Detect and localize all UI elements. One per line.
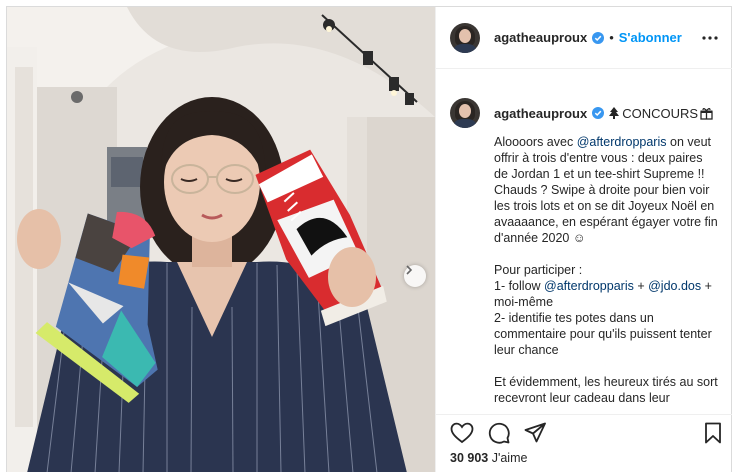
caption-text: Aloooors avec @afterdropparis on veut of… bbox=[494, 134, 718, 406]
post-sidebar: agatheauproux • S'abonner agatheauproux … bbox=[435, 7, 732, 472]
caption-paragraph: Aloooors avec @afterdropparis on veut of… bbox=[494, 134, 718, 246]
comment-bubble-icon bbox=[488, 422, 510, 444]
caption-text-segment: 2- identifie tes potes dans un commentai… bbox=[494, 311, 712, 357]
caption-text-segment: + bbox=[633, 279, 649, 293]
caption-text-segment: 1- follow bbox=[494, 279, 545, 293]
bookmark-icon bbox=[705, 422, 721, 443]
author-username[interactable]: agatheauproux bbox=[494, 30, 587, 45]
heart-icon bbox=[450, 422, 474, 443]
paper-plane-icon bbox=[524, 422, 546, 442]
save-button[interactable] bbox=[704, 422, 722, 444]
verified-badge-icon bbox=[592, 107, 605, 119]
caption-header: agatheauproux CONCOURS bbox=[450, 98, 718, 128]
caption-paragraph: Et évidemment, les heureux tirés au sort… bbox=[494, 374, 718, 406]
next-photo-button[interactable] bbox=[404, 265, 426, 287]
caption-text-segment: Et évidemment, les heureux tirés au sort… bbox=[494, 375, 718, 405]
likes-label: J'aime bbox=[491, 451, 528, 465]
chevron-right-icon bbox=[406, 265, 413, 275]
follow-button[interactable]: S'abonner bbox=[619, 30, 682, 45]
more-options-button[interactable] bbox=[698, 32, 722, 44]
likes-count[interactable]: 30 903 J'aime bbox=[450, 451, 527, 465]
likes-number: 30 903 bbox=[450, 451, 489, 465]
separator: • bbox=[609, 30, 614, 45]
caption-text-segment: on veut offrir à trois d'entre vous : de… bbox=[494, 135, 718, 245]
avatar[interactable] bbox=[450, 22, 480, 53]
mention-link[interactable]: @afterdropparis bbox=[577, 135, 667, 149]
post-photo[interactable] bbox=[7, 7, 435, 472]
instagram-post: agatheauproux • S'abonner agatheauproux … bbox=[6, 6, 732, 472]
caption-title-text: CONCOURS bbox=[622, 105, 699, 121]
christmas-tree-icon bbox=[609, 106, 620, 119]
mention-link[interactable]: @afterdropparis bbox=[544, 279, 634, 293]
caption-area: agatheauproux CONCOURS Aloooors avec @af… bbox=[436, 69, 732, 412]
caption-text-segment: Aloooors avec bbox=[494, 135, 577, 149]
mention-link[interactable]: @jdo.dos bbox=[648, 279, 701, 293]
action-bar bbox=[436, 414, 732, 450]
verified-badge-icon bbox=[592, 31, 605, 44]
like-button[interactable] bbox=[450, 422, 474, 444]
caption-text-segment: Pour participer : bbox=[494, 263, 583, 277]
caption-username[interactable]: agatheauproux bbox=[494, 106, 587, 121]
post-header: agatheauproux • S'abonner bbox=[436, 7, 732, 69]
gift-icon bbox=[700, 107, 713, 120]
photo-illustration bbox=[7, 7, 435, 472]
share-button[interactable] bbox=[524, 422, 546, 444]
caption-title: CONCOURS bbox=[608, 106, 713, 121]
caption-avatar[interactable] bbox=[450, 98, 480, 128]
more-options-icon bbox=[702, 35, 718, 40]
comment-button[interactable] bbox=[488, 422, 510, 444]
caption-paragraph: Pour participer : 1- follow @afterdroppar… bbox=[494, 262, 718, 358]
